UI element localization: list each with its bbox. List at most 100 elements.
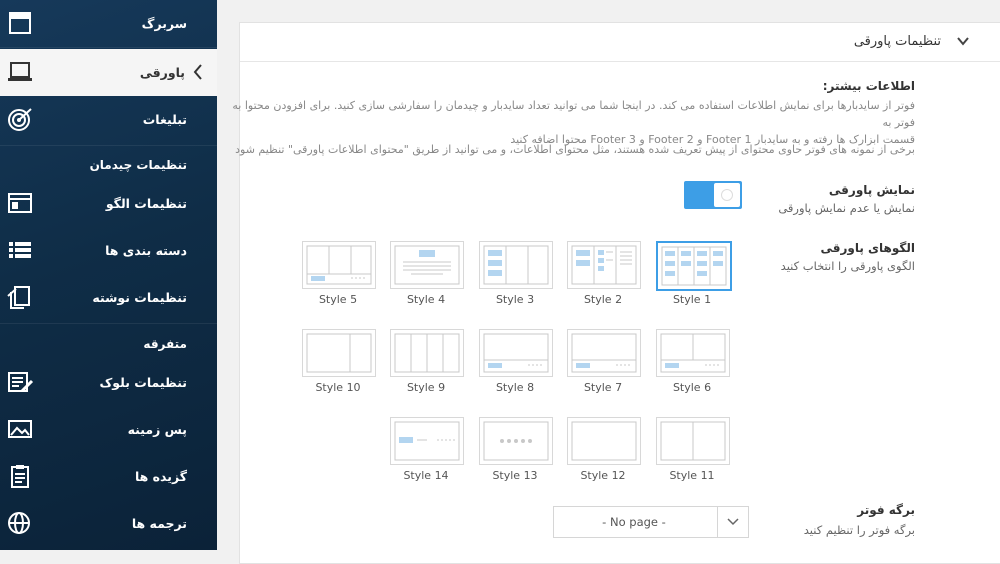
show-footer-desc: نمایش یا عدم نمایش پاورقی <box>778 201 915 215</box>
copy-post-icon <box>7 286 30 309</box>
style-3-label: Style 3 <box>495 293 535 306</box>
chevron-down-icon[interactable] <box>957 36 969 46</box>
style-14-preview <box>394 421 460 461</box>
style-5-label: Style 5 <box>318 293 358 306</box>
image-icon <box>8 420 32 438</box>
style-8-label: Style 8 <box>495 381 535 394</box>
sidebar-item-template-settings[interactable]: تنظیمات الگو <box>0 180 217 227</box>
sidebar-item-label: پس زمینه <box>127 422 187 437</box>
style-10-label: Style 10 <box>315 381 361 394</box>
panel-title: تنظیمات پاورقی <box>853 34 941 49</box>
style-11-preview <box>660 421 726 461</box>
style-13-label: Style 13 <box>492 469 538 482</box>
globe-icon <box>8 512 30 534</box>
footer-page-desc: برگه فوتر را تنظیم کنید <box>803 523 915 537</box>
style-1-label: Style 1 <box>672 293 712 306</box>
header-layout-icon <box>9 12 31 34</box>
style-14-label: Style 14 <box>403 469 449 482</box>
style-6-preview <box>660 333 726 373</box>
laptop-icon <box>8 62 32 81</box>
footer-style-5-thumb[interactable] <box>302 241 376 289</box>
style-10-preview <box>306 333 372 373</box>
footer-patterns-title: الگوهای پاورقی <box>820 241 916 255</box>
sidebar-item-excerpts[interactable]: گزیده ها <box>0 453 217 500</box>
toggle-knob <box>714 183 740 207</box>
footer-style-10-thumb[interactable] <box>302 329 376 377</box>
style-5-preview <box>306 245 372 285</box>
style-9-preview <box>394 333 460 373</box>
footer-style-14-thumb[interactable] <box>390 417 464 465</box>
list-icon <box>9 242 31 258</box>
sidebar-item-label: گزیده ها <box>134 469 187 484</box>
select-arrow[interactable] <box>717 507 748 537</box>
sidebar-item-background[interactable]: پس زمینه <box>0 406 217 453</box>
block-edit-icon <box>8 372 34 393</box>
sidebar-item-label: تنظیمات بلوک <box>99 375 188 390</box>
footer-style-11-thumb[interactable] <box>656 417 730 465</box>
chevron-down-icon <box>727 518 739 526</box>
divider <box>0 323 217 324</box>
style-7-preview <box>571 333 637 373</box>
divider <box>0 145 217 146</box>
footer-patterns-desc: الگوی پاورقی را انتخاب کنید <box>780 259 915 273</box>
style-4-preview <box>394 245 460 285</box>
sidebar: سربرگ پاورقی تبلیغات تنظیمات چیدمان تنظی… <box>0 0 217 550</box>
footer-style-3-thumb[interactable] <box>479 241 553 289</box>
footer-style-7-thumb[interactable] <box>567 329 641 377</box>
sidebar-item-label: تنظیمات الگو <box>105 196 187 211</box>
footer-style-2-thumb[interactable] <box>567 241 641 289</box>
target-icon <box>8 108 32 131</box>
footer-style-12-thumb[interactable] <box>567 417 641 465</box>
style-11-label: Style 11 <box>669 469 715 482</box>
footer-style-8-thumb[interactable] <box>479 329 553 377</box>
footer-style-4-thumb[interactable] <box>390 241 464 289</box>
divider <box>0 47 217 48</box>
sidebar-item-translations[interactable]: ترجمه ها <box>0 500 217 547</box>
section-heading-layout: تنظیمات چیدمان <box>89 158 187 172</box>
panel-header[interactable]: تنظیمات پاورقی <box>240 23 1000 62</box>
footer-page-select-value: - No page - <box>602 515 666 529</box>
show-footer-title: نمایش پاورقی <box>828 183 915 197</box>
sidebar-item-label: دسته بندی ها <box>105 243 187 258</box>
style-13-preview <box>483 421 549 461</box>
footer-style-13-thumb[interactable] <box>479 417 553 465</box>
style-8-preview <box>483 333 549 373</box>
footer-style-6-thumb[interactable] <box>656 329 730 377</box>
style-7-label: Style 7 <box>583 381 623 394</box>
sidebar-item-post-settings[interactable]: تنظیمات نوشته <box>0 274 217 321</box>
clipboard-icon <box>11 465 29 488</box>
sidebar-item-label: تبلیغات <box>142 112 187 127</box>
style-2-preview <box>571 245 637 285</box>
style-9-label: Style 9 <box>406 381 446 394</box>
sidebar-item-label: سربرگ <box>141 16 187 31</box>
sidebar-item-footer[interactable]: پاورقی <box>0 49 217 96</box>
footer-page-title: برگه فوتر <box>857 503 915 517</box>
description-line: فوتر از سایدبارها برای نمایش اطلاعات است… <box>232 99 915 129</box>
main-content: تنظیمات پاورقی اطلاعات بیشتر: فوتر از سا… <box>217 0 1000 564</box>
style-4-label: Style 4 <box>406 293 446 306</box>
chevron-left-icon <box>193 64 202 80</box>
style-2-label: Style 2 <box>583 293 623 306</box>
style-6-label: Style 6 <box>672 381 712 394</box>
sidebar-item-label: تنظیمات نوشته <box>92 290 187 305</box>
sidebar-item-block-settings[interactable]: تنظیمات بلوک <box>0 359 217 406</box>
sidebar-item-categories[interactable]: دسته بندی ها <box>0 227 217 274</box>
style-1-preview <box>661 246 727 286</box>
sidebar-item-header[interactable]: سربرگ <box>0 0 217 47</box>
sidebar-item-ads[interactable]: تبلیغات <box>0 96 217 143</box>
more-info-title: اطلاعات بیشتر: <box>822 79 915 93</box>
browser-window-icon <box>8 193 32 213</box>
sidebar-item-label: ترجمه ها <box>131 516 187 531</box>
style-3-preview <box>483 245 549 285</box>
style-12-preview <box>571 421 637 461</box>
show-footer-toggle[interactable] <box>684 181 742 209</box>
footer-settings-panel: تنظیمات پاورقی اطلاعات بیشتر: فوتر از سا… <box>232 22 1000 564</box>
footer-style-1-thumb[interactable] <box>656 241 732 291</box>
sidebar-item-label: پاورقی <box>139 65 185 80</box>
description-text: فوتر از سایدبارها برای نمایش اطلاعات است… <box>215 97 915 148</box>
style-12-label: Style 12 <box>580 469 626 482</box>
description-note: برخی از نمونه های فوتر حاوی محتوای از پی… <box>235 143 915 156</box>
section-heading-misc: متفرقه <box>143 337 187 351</box>
footer-style-9-thumb[interactable] <box>390 329 464 377</box>
footer-page-select[interactable]: - No page - <box>553 506 749 538</box>
